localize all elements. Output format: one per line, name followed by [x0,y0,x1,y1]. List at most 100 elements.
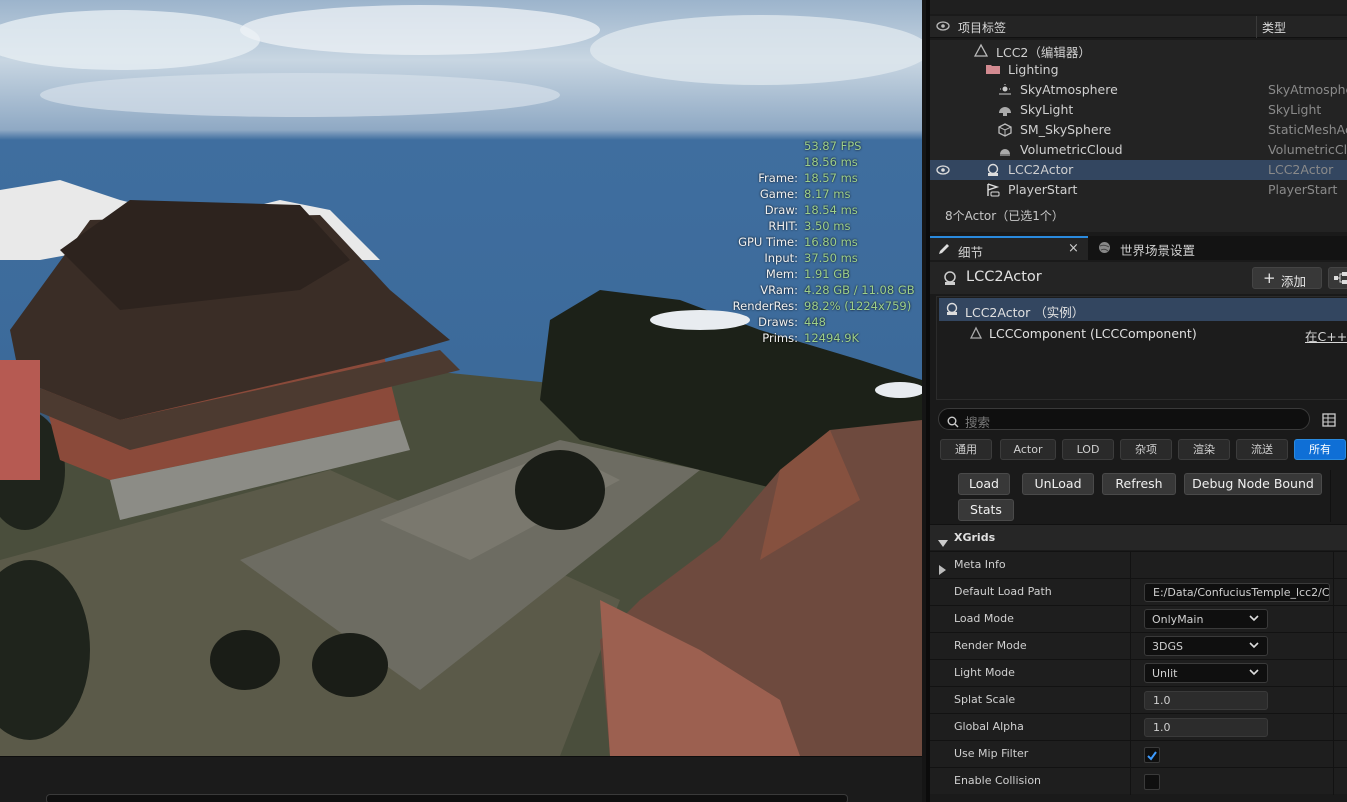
add-component-label: 添加 [1281,274,1307,289]
prop-label: Meta Info [954,558,1006,571]
refresh-button[interactable]: Refresh [1102,473,1176,495]
stat-row: Draw: 18.54 ms [700,202,920,218]
stat-value: 53.87 FPS [804,139,862,153]
use-mip-filter-checkbox[interactable] [1144,747,1160,763]
column-divider [1333,606,1334,633]
column-divider[interactable] [1256,16,1257,38]
stat-value: 18.56 ms [804,155,858,169]
prop-label: Load Mode [954,612,1014,625]
property-panel: Load UnLoad Refresh Debug Node Bound Sta… [930,470,1347,802]
column-divider [1130,768,1131,795]
selected-actor-name: LCC2Actor [966,269,1042,285]
stat-key: Draw: [764,203,798,217]
prop-default-load-path: Default Load Path E:/Data/ConfuciusTempl… [930,578,1347,606]
column-divider [1333,714,1334,741]
tab-details[interactable]: 细节 × [930,236,1088,260]
outliner-row[interactable]: LCC2Actor LCC2Actor [930,160,1347,180]
prop-label: Render Mode [954,639,1027,652]
stat-row: Prims: 12494.9K [700,330,920,346]
prop-splat-scale: Splat Scale 1.0 [930,686,1347,714]
stat-value: 98.2% (1224x759) [804,299,912,313]
outliner-row[interactable]: LCC2（编辑器） [930,40,1347,60]
component-icon [969,326,983,343]
content-path-bar[interactable] [46,794,848,802]
chevron-down-icon [1249,613,1259,626]
component-row-lcc[interactable]: LCCComponent (LCCComponent) 在C++中 [939,322,1347,345]
outliner-item-label: SkyLight [1020,102,1074,117]
outliner-col-type[interactable]: 类型 [1262,19,1286,36]
stat-value: 448 [804,315,826,329]
table-view-icon[interactable] [1322,412,1336,431]
stat-key: RHIT: [768,219,798,233]
tab-world-settings[interactable]: 世界场景设置 [1090,236,1270,260]
category-xgrids[interactable]: XGrids [930,524,1347,550]
component-row-instance[interactable]: LCC2Actor （实例） [939,298,1347,321]
outliner-item-type: VolumetricCloud [1268,142,1347,157]
stat-value: 37.50 ms [804,251,858,265]
outliner-row[interactable]: SkyLight SkyLight [930,100,1347,120]
load-path-input[interactable]: E:/Data/ConfuciusTemple_lcc2/C [1144,583,1330,602]
column-divider [1130,687,1131,714]
outliner-item-label: PlayerStart [1008,182,1078,197]
add-component-button[interactable]: + 添加 [1252,267,1322,289]
eye-icon[interactable] [936,20,950,35]
search-placeholder: 搜索 [965,415,991,430]
chevron-down-icon [1249,640,1259,653]
stats-overlay: 53.87 FPS 18.56 ms Frame: 18.57 ms Game: 8.17… [700,138,920,346]
column-divider [1130,579,1131,606]
debug-node-bound-button[interactable]: Debug Node Bound [1184,473,1322,495]
check-icon [1147,751,1157,761]
stat-row: Input: 37.50 ms [700,250,920,266]
chevron-down-icon [1249,667,1259,680]
filter-general[interactable]: 通用 [940,439,992,460]
enable-collision-checkbox[interactable] [1144,774,1160,790]
column-divider [1130,741,1131,768]
outliner-row[interactable]: VolumetricCloud VolumetricCloud [930,140,1347,160]
stats-button[interactable]: Stats [958,499,1014,521]
outliner-col-label[interactable]: 项目标签 [958,19,1006,36]
column-divider [1130,552,1131,579]
filter-misc[interactable]: 杂项 [1120,439,1172,460]
outliner-row[interactable]: Lighting [930,60,1347,80]
stat-value: 18.54 ms [804,203,858,217]
light-mode-select[interactable]: Unlit [1144,663,1268,683]
panel-tabbar: 细节 × 世界场景设置 [930,236,1347,260]
select-value: 3DGS [1152,640,1183,653]
details-search-input[interactable]: 搜索 [938,408,1310,430]
component-label: LCCComponent (LCCComponent) [989,326,1197,341]
actor-count-status: 8个Actor（已选1个） [930,198,1347,232]
filter-all[interactable]: 所有 [1294,439,1346,460]
prop-label: Default Load Path [954,585,1052,598]
stat-row: Game: 8.17 ms [700,186,920,202]
column-divider [1130,660,1131,687]
stat-row: Draws: 448 [700,314,920,330]
outliner-toolbar [930,0,1347,14]
column-divider [1333,552,1334,579]
load-mode-select[interactable]: OnlyMain [1144,609,1268,629]
filter-streaming[interactable]: 流送 [1236,439,1288,460]
outliner-row[interactable]: SkyAtmosphere SkyAtmosphere [930,80,1347,100]
global-alpha-input[interactable]: 1.0 [1144,718,1268,737]
filter-actor[interactable]: Actor [1000,439,1056,460]
close-icon[interactable]: × [1068,241,1079,256]
stat-key: VRam: [760,283,798,297]
component-label: LCC2Actor （实例） [965,305,1085,320]
column-divider [1333,633,1334,660]
unload-button[interactable]: UnLoad [1022,473,1094,495]
outliner-item-type: SkyLight [1268,102,1322,117]
stat-key: GPU Time: [738,235,798,249]
level-viewport[interactable]: 53.87 FPS 18.56 ms Frame: 18.57 ms Game: 8.17… [0,0,922,756]
pencil-icon [938,243,950,258]
filter-lod[interactable]: LOD [1062,439,1114,460]
render-mode-select[interactable]: 3DGS [1144,636,1268,656]
outliner-row[interactable]: SM_SkySphere StaticMeshActor [930,120,1347,140]
splat-scale-input[interactable]: 1.0 [1144,691,1268,710]
blueprint-button[interactable] [1328,267,1347,289]
outliner-row[interactable]: PlayerStart PlayerStart [930,180,1347,200]
filter-rendering[interactable]: 渲染 [1178,439,1230,460]
prop-meta-info[interactable]: Meta Info [930,551,1347,579]
eye-icon[interactable] [936,164,950,179]
edit-in-cpp-link[interactable]: 在C++中 [1305,326,1347,345]
load-button[interactable]: Load [958,473,1010,495]
cloud-icon [998,143,1012,157]
